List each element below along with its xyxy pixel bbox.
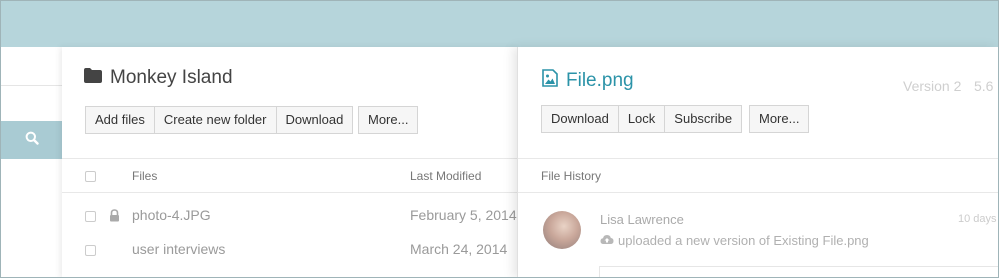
folder-more-group: More... [358, 106, 419, 134]
file-modified: March 24, 2014 [410, 241, 508, 257]
folder-name: Monkey Island [110, 67, 233, 88]
image-file-icon [542, 69, 566, 93]
history-action-text: uploaded a new version of Existing File.… [618, 233, 869, 248]
column-last-modified[interactable]: Last Modified [410, 169, 481, 183]
detail-toolbar-divider [518, 158, 999, 159]
add-files-button[interactable]: Add files [86, 107, 155, 133]
history-comment-box [599, 266, 999, 278]
version-size: 5.6 [974, 78, 994, 94]
folder-icon [84, 67, 110, 89]
avatar [543, 211, 581, 249]
file-download-button[interactable]: Download [542, 106, 619, 132]
row-checkbox[interactable] [85, 245, 96, 256]
create-folder-button[interactable]: Create new folder [155, 107, 277, 133]
lock-button[interactable]: Lock [619, 106, 666, 132]
history-divider [518, 192, 999, 193]
lock-icon [109, 209, 120, 227]
cloud-upload-icon [600, 233, 618, 248]
version-label: Version 2 [903, 78, 962, 94]
file-detail-panel: File.png Version 2 5.6 Download Lock Sub… [517, 47, 999, 278]
file-header: File.png [542, 69, 634, 93]
folder-panel: Monkey Island Add files Create new folde… [62, 47, 518, 278]
folder-header: Monkey Island [84, 67, 233, 89]
search-button[interactable] [1, 121, 62, 159]
history-action: uploaded a new version of Existing File.… [600, 233, 869, 248]
folder-toolbar: Add files Create new folder Download [85, 106, 354, 134]
file-more-button[interactable]: More... [750, 106, 808, 132]
file-modified: February 5, 2014 [410, 207, 517, 223]
file-toolbar: Download Lock Subscribe [541, 105, 743, 133]
subscribe-button[interactable]: Subscribe [665, 106, 741, 132]
file-name-title: File.png [566, 70, 634, 91]
history-time: 10 days [958, 213, 997, 225]
file-more-group: More... [749, 105, 810, 133]
file-name[interactable]: photo-4.JPG [132, 207, 211, 223]
file-history-heading: File History [541, 169, 602, 183]
row-checkbox[interactable] [85, 211, 96, 222]
toolbar-divider [62, 158, 518, 159]
column-files[interactable]: Files [132, 169, 157, 183]
left-sidebar [1, 47, 62, 277]
history-user[interactable]: Lisa Lawrence [600, 212, 684, 227]
more-button[interactable]: More... [359, 107, 417, 133]
download-button[interactable]: Download [277, 107, 353, 133]
header-divider [62, 192, 518, 193]
sidebar-divider [1, 85, 62, 86]
select-all-checkbox[interactable] [85, 171, 96, 182]
file-name[interactable]: user interviews [132, 241, 225, 257]
search-icon [25, 131, 39, 150]
